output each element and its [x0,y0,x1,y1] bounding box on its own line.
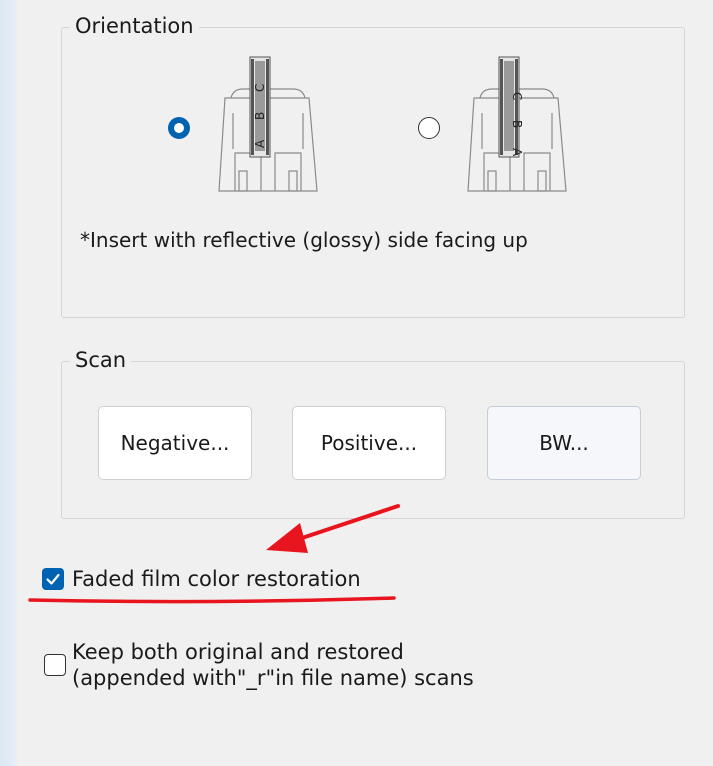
film-holder-cba-icon: C B A [467,56,567,192]
film-holder-abc-icon: A B C [218,56,318,192]
scan-legend: Scan [70,347,132,373]
checkmark-icon [46,573,60,585]
keep-both-checkbox[interactable] [44,654,66,676]
keep-both-label-line1: Keep both original and restored [72,640,404,664]
negative-button[interactable]: Negative... [98,406,252,480]
annotation-arrowhead [266,523,308,553]
faded-restoration-checkbox[interactable] [42,568,64,590]
film-letter-a: A [253,139,267,148]
faded-restoration-label[interactable]: Faded film color restoration [72,566,361,592]
film-letter-c: C [253,84,267,92]
film-letter-c: C [510,92,524,100]
positive-button[interactable]: Positive... [292,406,446,480]
insert-note: *Insert with reflective (glossy) side fa… [80,228,528,252]
orientation-radio-abc[interactable] [168,117,190,139]
keep-both-label[interactable]: Keep both original and restored (appende… [72,639,474,691]
film-letter-a: A [510,148,524,157]
window-left-edge [0,0,17,766]
orientation-legend: Orientation [70,13,199,39]
bw-button[interactable]: BW... [487,406,641,480]
film-letter-b: B [510,120,524,128]
orientation-radio-cba[interactable] [418,117,440,139]
film-letter-b: B [253,112,267,120]
keep-both-label-line2: (appended with"_r"in file name) scans [72,666,474,690]
annotation-underline [28,596,396,604]
orientation-group: Orientation [61,13,685,318]
